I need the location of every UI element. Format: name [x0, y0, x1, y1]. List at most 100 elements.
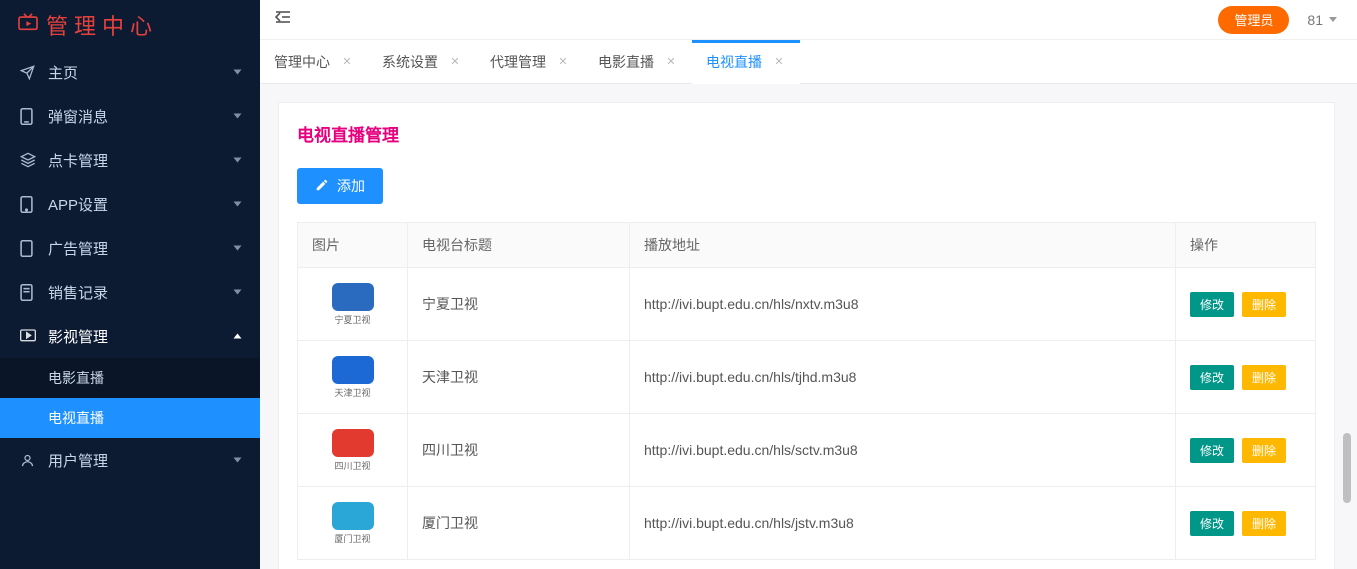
- sidebar-subitem-movie[interactable]: 电影直播: [0, 358, 260, 398]
- sales-icon: [20, 284, 42, 301]
- cell-url: http://ivi.bupt.edu.cn/hls/nxtv.m3u8: [629, 268, 1175, 341]
- chevron-icon: [234, 202, 242, 207]
- card: 电视直播管理 添加 图片 电视台标题 播放地址 操作: [278, 102, 1335, 569]
- content: 电视直播管理 添加 图片 电视台标题 播放地址 操作: [260, 84, 1357, 569]
- sidebar-item-label: 销售记录: [48, 282, 235, 303]
- tv-table: 图片 电视台标题 播放地址 操作 宁夏卫视宁夏卫视http://ivi.bupt…: [297, 222, 1316, 560]
- tab-3[interactable]: 电影直播 ✕: [584, 40, 692, 83]
- app-logo: 管理中心: [0, 0, 260, 50]
- tab-label: 管理中心: [274, 52, 330, 72]
- logo-icon: [18, 13, 38, 37]
- edit-button[interactable]: 修改: [1190, 511, 1234, 536]
- sidebar-item-appset[interactable]: APP设置: [0, 182, 260, 226]
- cell-ops: 修改删除: [1176, 487, 1316, 560]
- popup-icon: [20, 108, 42, 125]
- cell-title: 天津卫视: [408, 341, 630, 414]
- delete-button[interactable]: 删除: [1242, 292, 1286, 317]
- edit-button[interactable]: 修改: [1190, 292, 1234, 317]
- tab-label: 电视直播: [706, 52, 762, 72]
- table-row: 宁夏卫视宁夏卫视http://ivi.bupt.edu.cn/hls/nxtv.…: [298, 268, 1316, 341]
- table-header-row: 图片 电视台标题 播放地址 操作: [298, 223, 1316, 268]
- chevron-icon: [234, 458, 242, 463]
- sidebar-item-label: 主页: [48, 62, 235, 83]
- delete-button[interactable]: 删除: [1242, 438, 1286, 463]
- close-icon[interactable]: ✕: [556, 55, 570, 69]
- topbar: 管理员 81: [260, 0, 1357, 40]
- cell-image: 四川卫视: [298, 414, 408, 487]
- tab-label: 电影直播: [598, 52, 654, 72]
- tab-0[interactable]: 管理中心 ✕: [260, 40, 368, 83]
- close-icon[interactable]: ✕: [772, 55, 786, 69]
- table-row: 天津卫视天津卫视http://ivi.bupt.edu.cn/hls/tjhd.…: [298, 341, 1316, 414]
- content-scroll[interactable]: 电视直播管理 添加 图片 电视台标题 播放地址 操作: [278, 102, 1335, 569]
- delete-button[interactable]: 删除: [1242, 365, 1286, 390]
- delete-button[interactable]: 删除: [1242, 511, 1286, 536]
- chevron-icon: [234, 114, 242, 119]
- scrollbar-thumb[interactable]: [1343, 433, 1351, 503]
- col-title: 电视台标题: [408, 223, 630, 268]
- tv-logo: 四川卫视: [313, 420, 393, 480]
- cell-ops: 修改删除: [1176, 268, 1316, 341]
- app-title: 管理中心: [46, 9, 158, 41]
- sidebar-item-sales[interactable]: 销售记录: [0, 270, 260, 314]
- sidebar-item-user[interactable]: 用户管理: [0, 438, 260, 482]
- role-badge: 管理员: [1218, 6, 1289, 34]
- cell-ops: 修改删除: [1176, 414, 1316, 487]
- sidebar-collapse-toggle[interactable]: [274, 10, 292, 29]
- cell-ops: 修改删除: [1176, 341, 1316, 414]
- sidebar-item-card[interactable]: 点卡管理: [0, 138, 260, 182]
- sidebar-item-label: 点卡管理: [48, 150, 235, 171]
- edit-button[interactable]: 修改: [1190, 438, 1234, 463]
- col-url: 播放地址: [629, 223, 1175, 268]
- cell-image: 天津卫视: [298, 341, 408, 414]
- edit-button[interactable]: 修改: [1190, 365, 1234, 390]
- account-dropdown[interactable]: 81: [1307, 12, 1337, 28]
- cell-image: 厦门卫视: [298, 487, 408, 560]
- page-title: 电视直播管理: [297, 121, 1316, 146]
- appset-icon: [20, 196, 42, 213]
- chevron-icon: [234, 158, 242, 163]
- tab-4[interactable]: 电视直播 ✕: [692, 40, 800, 83]
- chevron-icon: [234, 290, 242, 295]
- cell-title: 宁夏卫视: [408, 268, 630, 341]
- tv-logo: 宁夏卫视: [313, 274, 393, 334]
- col-image: 图片: [298, 223, 408, 268]
- tv-logo: 天津卫视: [313, 347, 393, 407]
- tab-bar: 管理中心 ✕ 系统设置 ✕ 代理管理 ✕ 电影直播 ✕ 电视直播 ✕: [260, 40, 1357, 84]
- home-icon: [20, 65, 42, 80]
- sidebar-item-label: APP设置: [48, 194, 235, 215]
- main-area: 管理员 81 管理中心 ✕ 系统设置 ✕ 代理管理 ✕ 电影直播 ✕ 电视直播 ✕ 电视直播管理 …: [260, 0, 1357, 569]
- chevron-icon: [234, 70, 242, 75]
- cell-url: http://ivi.bupt.edu.cn/hls/jstv.m3u8: [629, 487, 1175, 560]
- col-ops: 操作: [1176, 223, 1316, 268]
- cell-title: 厦门卫视: [408, 487, 630, 560]
- tab-2[interactable]: 代理管理 ✕: [476, 40, 584, 83]
- sidebar-item-media[interactable]: 影视管理: [0, 314, 260, 358]
- close-icon[interactable]: ✕: [664, 55, 678, 69]
- tab-label: 代理管理: [490, 52, 546, 72]
- sidebar-item-home[interactable]: 主页: [0, 50, 260, 94]
- table-row: 厦门卫视厦门卫视http://ivi.bupt.edu.cn/hls/jstv.…: [298, 487, 1316, 560]
- sidebar-subitem-tv[interactable]: 电视直播: [0, 398, 260, 438]
- card-icon: [20, 152, 42, 168]
- sidebar-item-label: 弹窗消息: [48, 106, 235, 127]
- sidebar-item-popup[interactable]: 弹窗消息: [0, 94, 260, 138]
- media-icon: [20, 329, 42, 343]
- cell-url: http://ivi.bupt.edu.cn/hls/sctv.m3u8: [629, 414, 1175, 487]
- close-icon[interactable]: ✕: [448, 55, 462, 69]
- chevron-icon: [234, 246, 242, 251]
- close-icon[interactable]: ✕: [340, 55, 354, 69]
- sidebar-item-ad[interactable]: 广告管理: [0, 226, 260, 270]
- sidebar-item-label: 影视管理: [48, 326, 235, 347]
- sidebar: 管理中心 主页弹窗消息点卡管理 APP设置广告管理销售记录影视管理电影直播电视直播…: [0, 0, 260, 569]
- table-row: 四川卫视四川卫视http://ivi.bupt.edu.cn/hls/sctv.…: [298, 414, 1316, 487]
- tab-label: 系统设置: [382, 52, 438, 72]
- tab-1[interactable]: 系统设置 ✕: [368, 40, 476, 83]
- tv-logo: 厦门卫视: [313, 493, 393, 553]
- ad-icon: [20, 240, 42, 257]
- add-button[interactable]: 添加: [297, 168, 383, 204]
- cell-image: 宁夏卫视: [298, 268, 408, 341]
- sidebar-item-label: 广告管理: [48, 238, 235, 259]
- cell-url: http://ivi.bupt.edu.cn/hls/tjhd.m3u8: [629, 341, 1175, 414]
- cell-title: 四川卫视: [408, 414, 630, 487]
